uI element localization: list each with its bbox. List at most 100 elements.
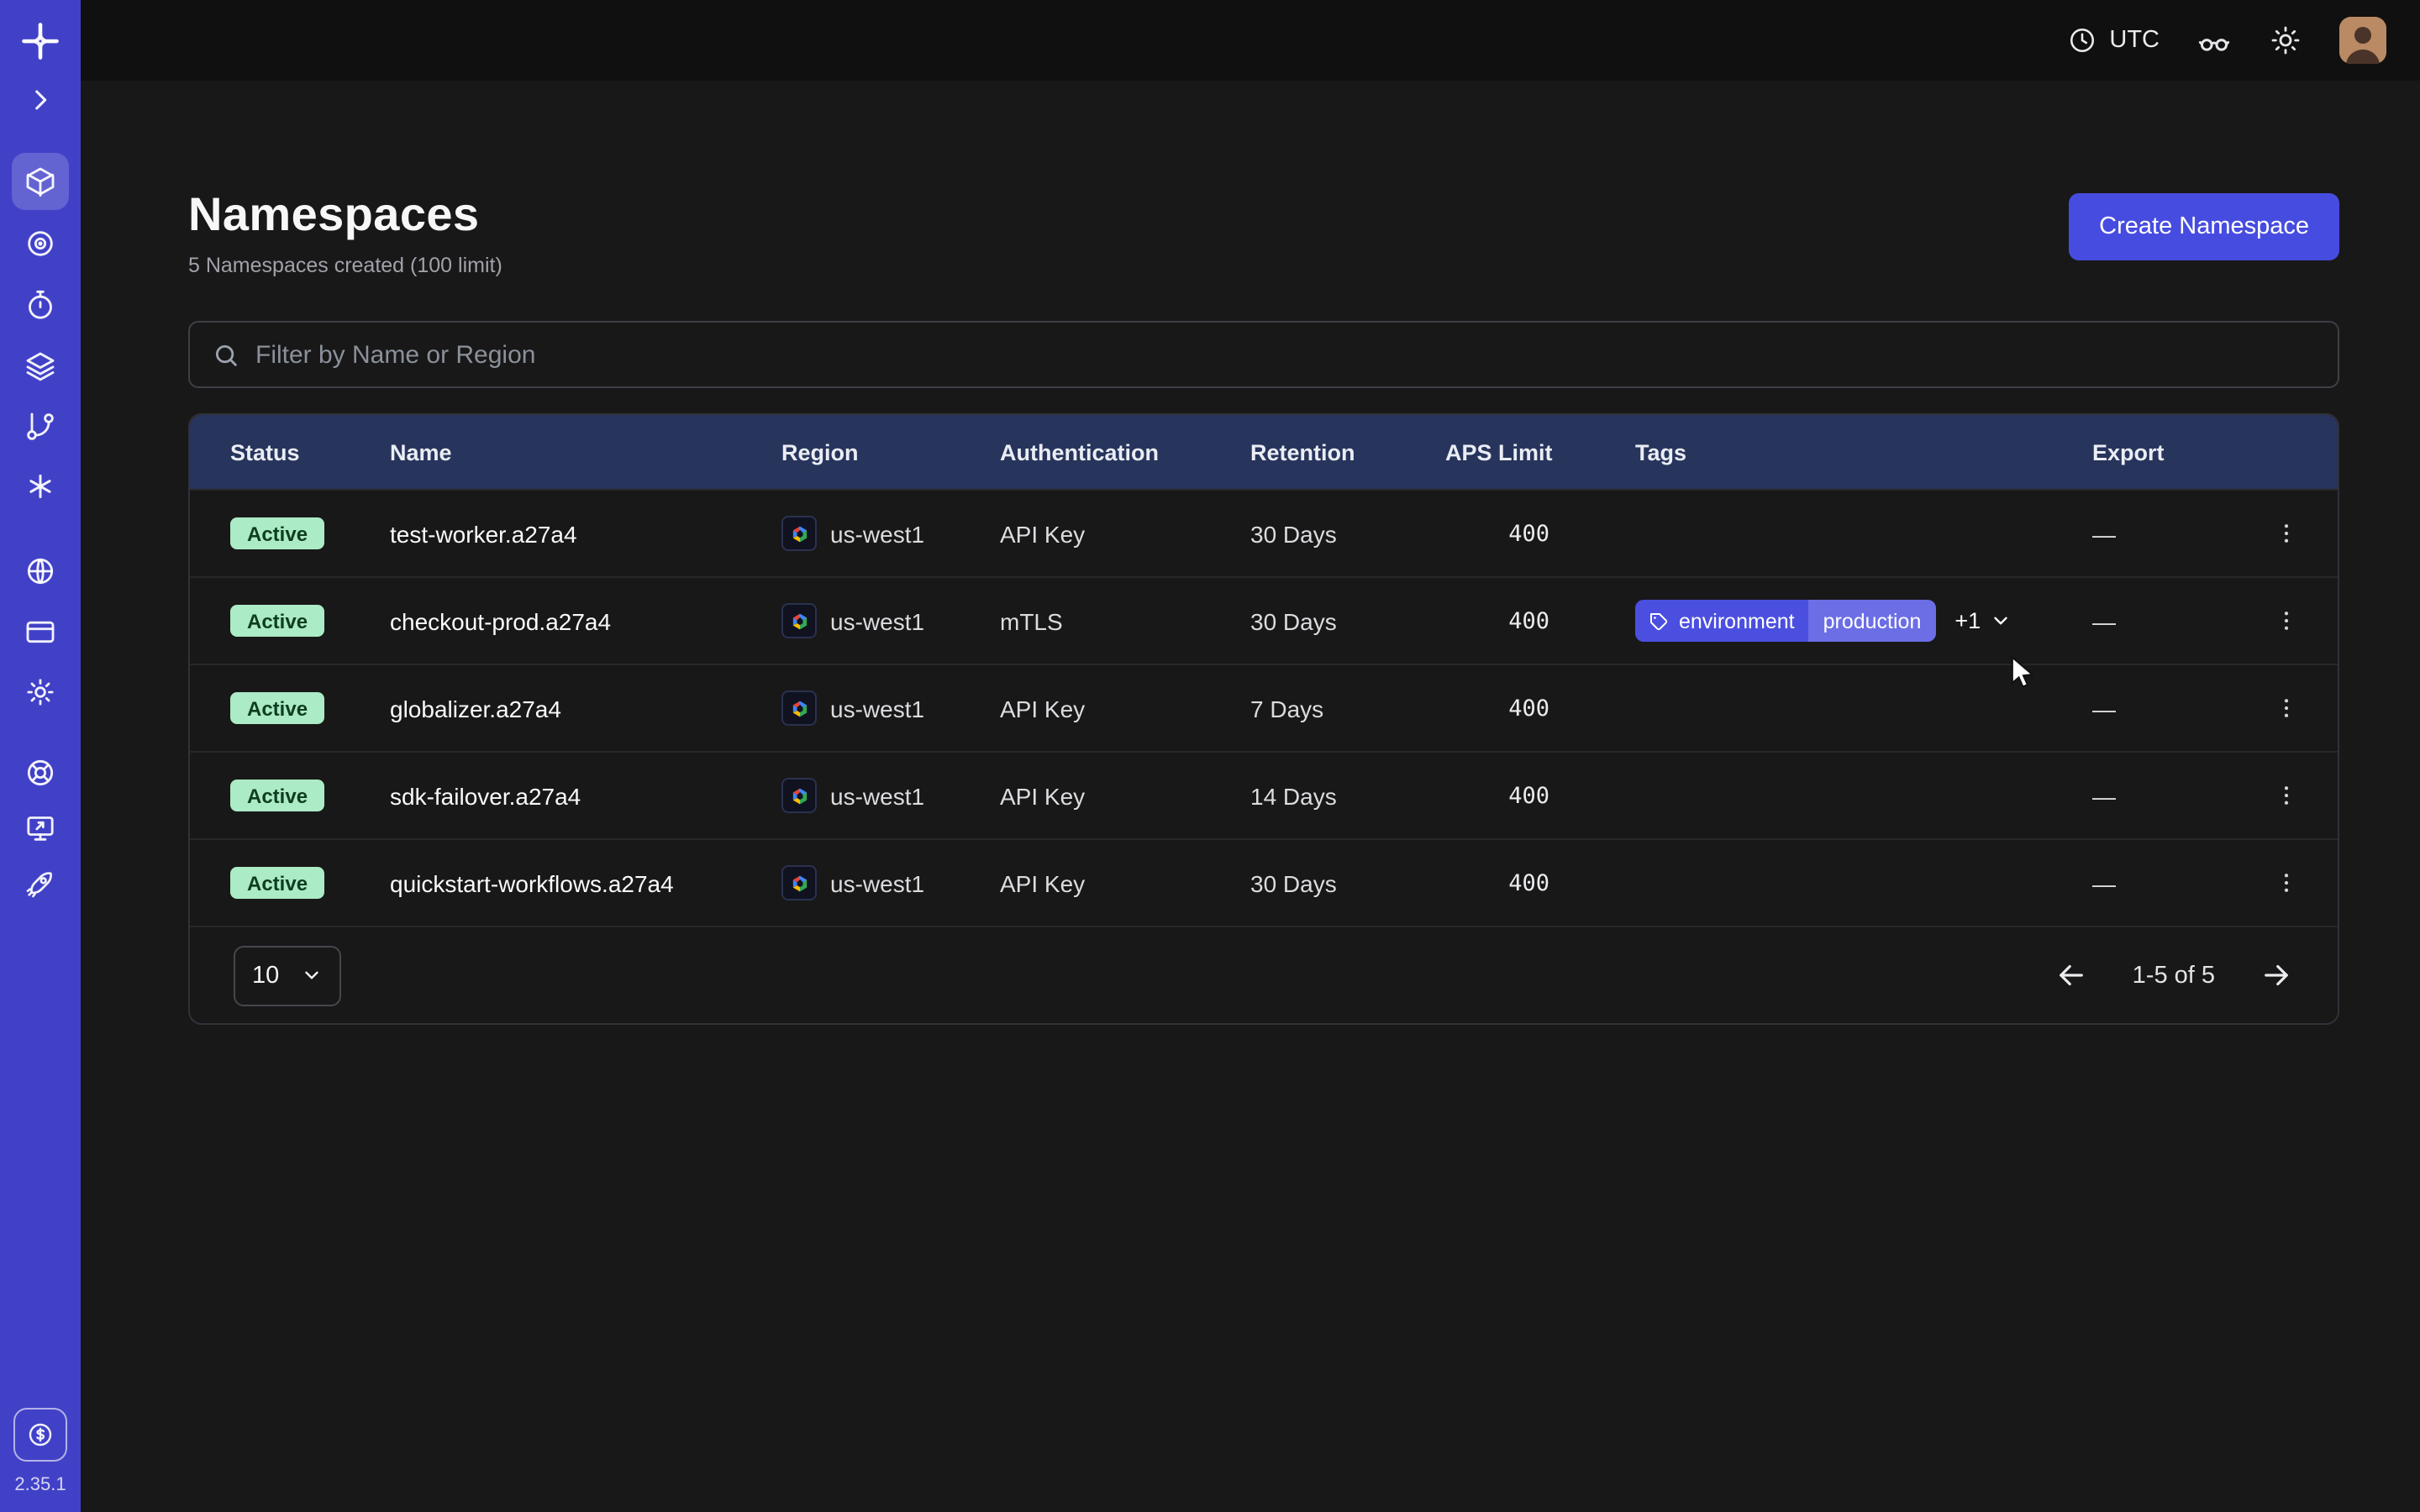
column-header-name: Name xyxy=(390,439,781,465)
kebab-icon xyxy=(2273,608,2298,633)
sidebar-item-deployments[interactable] xyxy=(24,349,57,383)
rocket-icon xyxy=(24,867,57,900)
sidebar-item-nexus[interactable] xyxy=(24,227,57,260)
sidebar: 2.35.1 xyxy=(0,0,81,1512)
table-footer: 10 1-5 of 5 xyxy=(190,926,2338,1023)
page-size-value: 10 xyxy=(252,962,279,989)
authentication-cell: API Key xyxy=(1000,869,1250,896)
gear-icon xyxy=(24,675,57,709)
table-body: Active test-worker.a27a4 us-west1 API Ke… xyxy=(190,489,2338,926)
labs-toggle-button[interactable] xyxy=(2196,23,2232,58)
region-label: us-west1 xyxy=(830,695,924,722)
status-cell: Active xyxy=(190,867,390,899)
kebab-icon xyxy=(2273,870,2298,895)
table-row: Active globalizer.a27a4 us-west1 API Key… xyxy=(190,664,2338,751)
sidebar-expand-button[interactable] xyxy=(26,86,55,114)
create-namespace-button[interactable]: Create Namespace xyxy=(2069,193,2339,260)
row-menu-button[interactable] xyxy=(2260,689,2312,727)
layers-icon xyxy=(24,349,57,383)
namespace-link[interactable]: globalizer.a27a4 xyxy=(390,695,561,722)
region-cell: us-west1 xyxy=(781,603,1000,638)
globe-icon xyxy=(24,554,57,588)
arrow-left-icon xyxy=(2054,958,2089,993)
kebab-icon xyxy=(2273,521,2298,546)
sidebar-item-support[interactable] xyxy=(24,756,57,790)
table-row: Active quickstart-workflows.a27a4 us-wes… xyxy=(190,838,2338,926)
export-cell: — xyxy=(2092,520,2230,547)
git-branch-icon xyxy=(24,410,57,444)
region-cell: us-west1 xyxy=(781,516,1000,551)
row-menu-button[interactable] xyxy=(2260,776,2312,815)
prev-page-button[interactable] xyxy=(2054,958,2089,993)
row-menu-button[interactable] xyxy=(2260,601,2312,640)
sidebar-item-workflows[interactable] xyxy=(24,410,57,444)
gcp-cloud-icon xyxy=(781,603,817,638)
usage-button[interactable] xyxy=(13,1408,67,1462)
search-input[interactable] xyxy=(255,340,2316,369)
name-cell: checkout-prod.a27a4 xyxy=(390,607,781,634)
table-header-row: Status Name Region Authentication Retent… xyxy=(190,415,2338,489)
column-header-aps-limit: APS Limit xyxy=(1445,439,1635,465)
status-badge: Active xyxy=(230,692,324,724)
region-cell: us-west1 xyxy=(781,865,1000,900)
export-cell: — xyxy=(2092,782,2230,809)
arrow-right-icon xyxy=(2259,958,2294,993)
row-menu-button[interactable] xyxy=(2260,514,2312,553)
theme-toggle-button[interactable] xyxy=(2269,24,2302,57)
next-page-button[interactable] xyxy=(2259,958,2294,993)
tags-expand-button[interactable]: +1 xyxy=(1954,608,2011,633)
namespace-link[interactable]: quickstart-workflows.a27a4 xyxy=(390,869,674,896)
search-icon xyxy=(212,340,240,369)
region-label: us-west1 xyxy=(830,869,924,896)
monitor-icon xyxy=(24,811,57,845)
chevron-down-icon xyxy=(1989,610,2011,632)
sidebar-item-billing[interactable] xyxy=(24,615,57,648)
sidebar-item-schedules[interactable] xyxy=(24,289,57,323)
namespace-link[interactable]: sdk-failover.a27a4 xyxy=(390,782,581,809)
page-size-select[interactable]: 10 xyxy=(234,945,341,1005)
region-cell: us-west1 xyxy=(781,690,1000,726)
namespaces-table: Status Name Region Authentication Retent… xyxy=(188,413,2339,1025)
user-avatar[interactable] xyxy=(2339,17,2386,64)
aps-limit-cell: 400 xyxy=(1445,695,1635,722)
name-cell: quickstart-workflows.a27a4 xyxy=(390,869,781,896)
tag-chip[interactable]: environment production xyxy=(1635,600,1936,642)
actions-cell xyxy=(2230,601,2339,640)
sidebar-item-quickstart[interactable] xyxy=(24,867,57,900)
credit-card-icon xyxy=(24,615,57,648)
column-header-region: Region xyxy=(781,439,1000,465)
target-icon xyxy=(24,227,57,260)
table-row: Active checkout-prod.a27a4 us-west1 mTLS… xyxy=(190,576,2338,664)
namespace-link[interactable]: test-worker.a27a4 xyxy=(390,520,577,547)
timezone-label: UTC xyxy=(2109,27,2160,54)
app-window: 2.35.1 UTC xyxy=(0,0,2420,1512)
namespace-link[interactable]: checkout-prod.a27a4 xyxy=(390,607,611,634)
sidebar-item-batch[interactable] xyxy=(24,470,56,502)
sidebar-item-getting-started[interactable] xyxy=(24,811,57,845)
table-row: Active sdk-failover.a27a4 us-west1 API K… xyxy=(190,751,2338,838)
sun-icon xyxy=(2269,24,2302,57)
chevron-down-icon xyxy=(301,964,323,986)
row-menu-button[interactable] xyxy=(2260,864,2312,902)
region-label: us-west1 xyxy=(830,520,924,547)
page-title: Namespaces xyxy=(188,188,502,242)
tag-key: environment xyxy=(1672,609,1808,633)
topbar: UTC xyxy=(81,0,2420,81)
sidebar-item-regions[interactable] xyxy=(24,554,57,588)
sidebar-item-settings[interactable] xyxy=(24,675,57,709)
page-subtitle: 5 Namespaces created (100 limit) xyxy=(188,254,502,277)
tag-value: production xyxy=(1808,600,1937,642)
timezone-selector[interactable]: UTC xyxy=(2067,25,2160,55)
authentication-cell: API Key xyxy=(1000,520,1250,547)
sidebar-item-namespaces[interactable] xyxy=(12,153,69,210)
authentication-cell: API Key xyxy=(1000,782,1250,809)
actions-cell xyxy=(2230,864,2339,902)
status-cell: Active xyxy=(190,605,390,637)
aps-limit-cell: 400 xyxy=(1445,607,1635,634)
actions-cell xyxy=(2230,514,2339,553)
name-cell: test-worker.a27a4 xyxy=(390,520,781,547)
tag-icon xyxy=(1635,611,1672,631)
retention-cell: 14 Days xyxy=(1250,782,1445,809)
temporal-logo[interactable] xyxy=(19,20,61,62)
gcp-cloud-icon xyxy=(781,865,817,900)
